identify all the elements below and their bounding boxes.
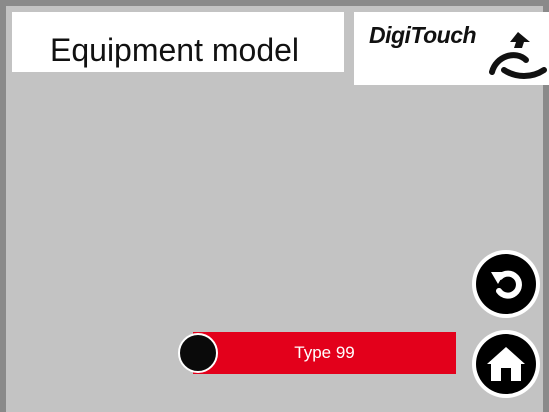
page-title: Equipment model <box>50 32 300 68</box>
home-icon <box>487 347 525 381</box>
option-button[interactable]: Type 99 <box>193 332 456 374</box>
digitouch-swoosh-icon <box>489 32 547 79</box>
option-label: Type 99 <box>294 343 355 362</box>
radio-selected-indicator[interactable] <box>178 333 218 373</box>
logo-text: DigiTouch <box>369 22 477 48</box>
back-arrow-icon <box>491 270 522 299</box>
home-button[interactable] <box>472 330 540 398</box>
logo: DigiTouch <box>354 12 549 85</box>
screen: Equipment model DigiTouch Type 99 <box>0 0 549 412</box>
title-panel: Equipment model <box>12 12 344 72</box>
option-type-99[interactable]: Type 99 <box>178 332 456 374</box>
back-button[interactable] <box>472 250 540 318</box>
